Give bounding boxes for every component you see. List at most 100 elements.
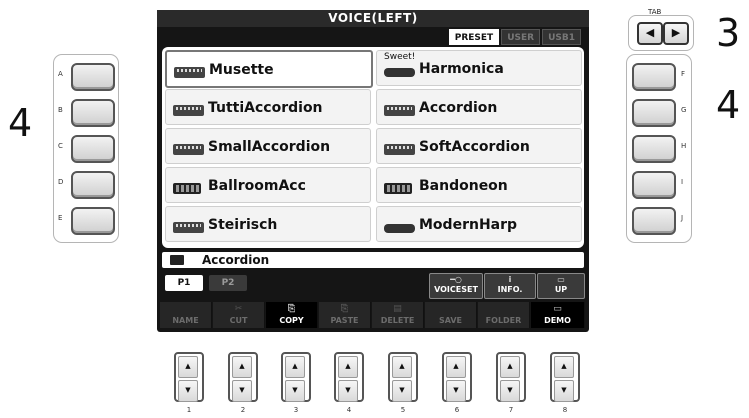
- button-i[interactable]: [632, 171, 676, 199]
- tab-preset[interactable]: PRESET: [448, 29, 500, 45]
- voice-name: Bandoneon: [419, 178, 508, 194]
- button-7-down[interactable]: ▼: [500, 380, 520, 402]
- voiceset-button[interactable]: ━○ VOICESET: [429, 273, 483, 299]
- voice-item-musette[interactable]: Musette: [165, 50, 373, 88]
- folder-button[interactable]: FOLDER: [478, 302, 530, 328]
- copy-label: COPY: [279, 316, 304, 325]
- button-8-down[interactable]: ▼: [554, 380, 574, 402]
- button-a[interactable]: [71, 63, 115, 91]
- button-h[interactable]: [632, 135, 676, 163]
- button-2-down[interactable]: ▼: [232, 380, 252, 402]
- voice-name: ModernHarp: [419, 217, 518, 233]
- bank-tabs: PRESET USER USB1: [448, 29, 581, 45]
- camera-icon: ▭: [553, 304, 562, 314]
- button-1-up[interactable]: ▲: [178, 356, 198, 378]
- demo-button[interactable]: ▭ DEMO: [531, 302, 585, 328]
- voice-item-steirisch[interactable]: Steirisch: [165, 206, 371, 242]
- button-letter: E: [58, 214, 63, 222]
- voice-list: Musette TuttiAccordion SmallAccordion Ba…: [162, 47, 584, 248]
- button-8-up[interactable]: ▲: [554, 356, 574, 378]
- tab-right-button[interactable]: ▶: [663, 22, 689, 45]
- screen-title: VOICE(LEFT): [157, 10, 589, 27]
- button-5-down[interactable]: ▼: [392, 380, 412, 402]
- bottom-button-4: ▲ ▼ 4: [334, 352, 364, 414]
- voice-item-harmonica[interactable]: Sweet! Harmonica: [376, 50, 582, 86]
- voice-name: Steirisch: [208, 217, 278, 233]
- voice-item-modernharp[interactable]: ModernHarp: [376, 206, 582, 242]
- button-3-down[interactable]: ▼: [285, 380, 305, 402]
- button-c[interactable]: [71, 135, 115, 163]
- button-4-down[interactable]: ▼: [338, 380, 358, 402]
- page-tab-p1[interactable]: P1: [165, 275, 203, 291]
- name-button[interactable]: NAME: [160, 302, 212, 328]
- button-number: 1: [186, 406, 192, 414]
- button-number: 8: [562, 406, 568, 414]
- voice-item-bandoneon[interactable]: Bandoneon: [376, 167, 582, 203]
- button-letter: C: [58, 142, 63, 150]
- copy-button[interactable]: ⎘ COPY: [266, 302, 318, 328]
- button-5-up[interactable]: ▲: [392, 356, 412, 378]
- button-4-up[interactable]: ▲: [338, 356, 358, 378]
- button-letter: I: [681, 178, 684, 186]
- button-1-down[interactable]: ▼: [178, 380, 198, 402]
- button-letter: A: [58, 70, 63, 78]
- accordion-icon: [174, 67, 205, 78]
- delete-button[interactable]: ▤ DELETE: [372, 302, 424, 328]
- button-3-up[interactable]: ▲: [285, 356, 305, 378]
- name-label: NAME: [172, 316, 199, 325]
- accordion-icon: [384, 105, 415, 116]
- button-b[interactable]: [71, 99, 115, 127]
- voice-item-tuttiaccordion[interactable]: TuttiAccordion: [165, 89, 371, 125]
- folder-name: Accordion: [202, 253, 270, 267]
- name-icon: [160, 302, 211, 316]
- info-label: INFO.: [497, 285, 523, 294]
- accordion-icon: [173, 105, 204, 116]
- voice-item-ballroomacc[interactable]: BallroomAcc: [165, 167, 371, 203]
- accordion-icon: [173, 144, 204, 155]
- save-button[interactable]: SAVE: [425, 302, 477, 328]
- button-d[interactable]: [71, 171, 115, 199]
- button-7-up[interactable]: ▲: [500, 356, 520, 378]
- page-tab-p2[interactable]: P2: [209, 275, 247, 291]
- folder-up-icon: ▭: [557, 275, 565, 284]
- button-number: 7: [508, 406, 514, 414]
- arrow-left-icon: ◀: [645, 26, 655, 39]
- folder-icon: [170, 255, 184, 265]
- button-e[interactable]: [71, 207, 115, 235]
- voice-name: BallroomAcc: [208, 178, 306, 194]
- button-letter: J: [681, 214, 684, 222]
- voice-name: TuttiAccordion: [208, 100, 323, 116]
- bottom-button-7: ▲ ▼ 7: [496, 352, 526, 414]
- accordion-icon: [173, 222, 204, 233]
- up-button[interactable]: ▭ UP: [537, 273, 585, 299]
- voice-item-softaccordion[interactable]: SoftAccordion: [376, 128, 582, 164]
- button-g[interactable]: [632, 99, 676, 127]
- info-button[interactable]: i INFO.: [484, 273, 536, 299]
- harmonica-icon: [384, 68, 415, 77]
- button-letter: D: [58, 178, 64, 186]
- tab-usb1[interactable]: USB1: [542, 29, 581, 45]
- voice-item-accordion[interactable]: Accordion: [376, 89, 582, 125]
- bottom-button-3: ▲ ▼ 3: [281, 352, 311, 414]
- button-2-up[interactable]: ▲: [232, 356, 252, 378]
- paste-label: PASTE: [330, 316, 359, 325]
- cut-button[interactable]: ✂ CUT: [213, 302, 265, 328]
- button-j[interactable]: [632, 207, 676, 235]
- button-6-down[interactable]: ▼: [446, 380, 466, 402]
- accordion-icon: [384, 144, 415, 155]
- bottom-button-5: ▲ ▼ 5: [388, 352, 418, 414]
- tab-left-button[interactable]: ◀: [637, 22, 663, 45]
- button-letter: H: [681, 142, 687, 150]
- lcd-screen: VOICE(LEFT) PRESET USER USB1 Musette Tut…: [157, 10, 589, 332]
- save-icon: [425, 302, 476, 316]
- callout-tab-3: 3: [716, 11, 741, 55]
- bottom-button-6: ▲ ▼ 6: [442, 352, 472, 414]
- demo-label: DEMO: [544, 316, 571, 325]
- button-f[interactable]: [632, 63, 676, 91]
- paste-button[interactable]: ⎘ PASTE: [319, 302, 371, 328]
- tab-user[interactable]: USER: [501, 29, 541, 45]
- harmonica-icon: [384, 224, 415, 233]
- button-6-up[interactable]: ▲: [446, 356, 466, 378]
- folder-label: FOLDER: [485, 316, 522, 325]
- voice-item-smallaccordion[interactable]: SmallAccordion: [165, 128, 371, 164]
